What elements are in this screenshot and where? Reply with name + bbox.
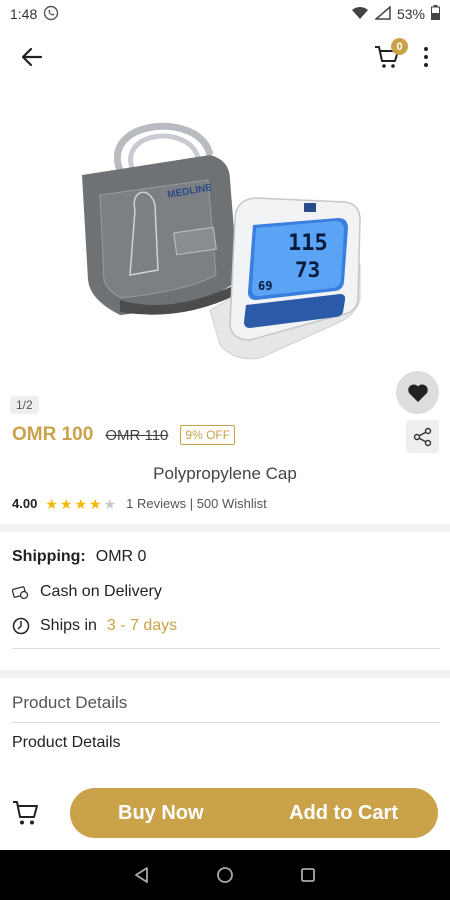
cart-count-badge: 0 — [391, 38, 408, 55]
header-cart-button[interactable]: 0 — [372, 38, 408, 72]
ships-in-days: 3 - 7 days — [106, 617, 178, 634]
cart-icon — [13, 801, 38, 825]
share-button[interactable] — [406, 420, 439, 453]
heart-icon — [407, 383, 428, 402]
status-bar: 1:48 53% — [0, 0, 450, 28]
whatsapp-icon — [43, 5, 59, 24]
buy-now-button[interactable]: Buy Now — [118, 802, 204, 825]
star-filled-icon: ★ — [45, 495, 58, 512]
cash-icon — [12, 586, 29, 600]
divider — [12, 648, 440, 649]
wishlist-button[interactable] — [396, 371, 439, 414]
status-time: 1:48 — [10, 6, 38, 22]
status-icons: 53% — [351, 4, 440, 23]
ships-in-label: Ships in — [40, 617, 97, 634]
cash-on-delivery-row: Cash on Delivery — [12, 583, 162, 601]
purchase-actions: Buy Now Add to Cart — [70, 788, 438, 838]
image-counter: 1/2 — [10, 396, 39, 414]
reviews-summary[interactable]: 1 Reviews | 500 Wishlist — [126, 496, 267, 511]
discount-badge: 9% OFF — [180, 425, 236, 445]
wifi-icon — [351, 6, 369, 23]
star-empty-icon: ★ — [103, 495, 117, 512]
more-options-button[interactable] — [416, 42, 436, 72]
bottom-action-bar: Buy Now Add to Cart — [0, 786, 450, 840]
monitor-reading-mid: 73 — [295, 258, 320, 282]
section-divider — [0, 670, 450, 678]
original-price: OMR 110 — [105, 426, 169, 444]
star-filled-icon: ★ — [59, 495, 73, 512]
product-details-body: Product Details — [12, 734, 121, 751]
signal-icon — [373, 4, 391, 23]
bottom-cart-button[interactable] — [10, 797, 42, 829]
cod-text: Cash on Delivery — [40, 583, 162, 600]
arrow-left-icon — [21, 47, 43, 67]
square-recents-icon — [301, 868, 316, 882]
nav-recents-button[interactable] — [296, 863, 320, 887]
add-to-cart-button[interactable]: Add to Cart — [289, 802, 398, 825]
more-vert-icon — [424, 47, 428, 51]
star-filled-icon: ★ — [89, 495, 102, 512]
star-filled-icon: ★ — [74, 495, 87, 512]
battery-icon — [431, 5, 440, 23]
share-icon — [413, 427, 431, 446]
current-price: OMR 100 — [12, 424, 94, 445]
product-image[interactable]: MEDLINE 115 73 69 — [60, 100, 400, 380]
rating-stars: ★ ★ ★ ★ ★ — [45, 497, 116, 511]
shipping-label: Shipping: — [12, 548, 86, 565]
clock-icon — [12, 617, 30, 635]
divider — [12, 722, 440, 723]
shipping-cost: Shipping: OMR 0 — [12, 548, 146, 566]
back-button[interactable] — [14, 39, 50, 75]
nav-back-button[interactable] — [130, 863, 154, 887]
nav-home-button[interactable] — [213, 863, 237, 887]
ships-in-row: Ships in 3 - 7 days — [12, 617, 177, 635]
monitor-reading-low: 69 — [258, 279, 272, 293]
rating-row: 4.00 ★ ★ ★ ★ ★ 1 Reviews | 500 Wishlist — [12, 496, 267, 511]
shipping-value: OMR 0 — [95, 548, 147, 565]
triangle-back-icon — [134, 867, 148, 883]
system-nav-bar — [0, 850, 450, 900]
app-bar: 0 — [0, 28, 450, 86]
rating-value: 4.00 — [12, 496, 38, 511]
section-divider — [0, 524, 450, 532]
product-name: Polypropylene Cap — [153, 464, 297, 483]
product-details-header[interactable]: Product Details — [12, 693, 127, 713]
price-row: OMR 100 OMR 110 9% OFF — [12, 424, 236, 446]
circle-home-icon — [217, 867, 233, 883]
monitor-reading-top: 115 — [288, 231, 328, 256]
battery-level: 53% — [396, 6, 425, 22]
